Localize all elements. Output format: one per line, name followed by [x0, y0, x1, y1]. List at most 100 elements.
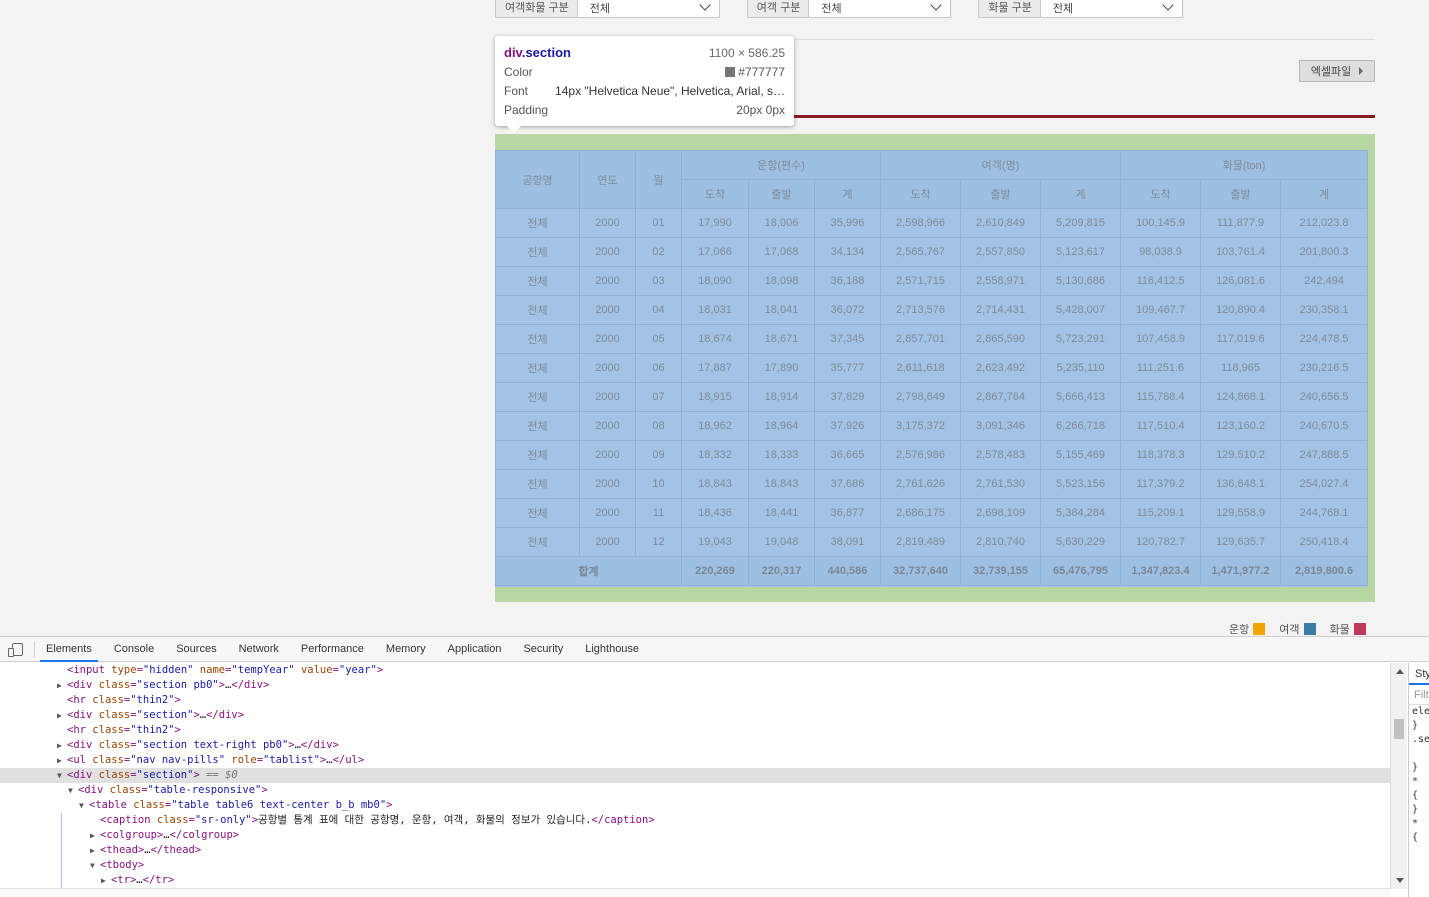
dom-node-line[interactable]: ▶ <ul class="nav nav-pills" role="tablist…	[0, 753, 1390, 768]
totals-cell: 2,819,800.6	[1280, 556, 1369, 586]
expand-toggle-icon[interactable]: ▼	[57, 768, 67, 783]
table-cell: 2,686,175	[880, 498, 962, 528]
table-cell: 18,006	[748, 208, 815, 238]
table-cell: 2,867,764	[960, 382, 1042, 412]
table-cell: 2000	[579, 411, 636, 441]
dom-node-line[interactable]: ▼ <div class="section"> == $0	[0, 768, 1390, 783]
dom-node-line[interactable]: <input type="hidden" name="tempYear" val…	[0, 663, 1390, 678]
tooltip-font-label: Font	[504, 83, 529, 98]
devtools-tab-security[interactable]: Security	[512, 637, 574, 661]
table-cell: 5,235,110	[1040, 353, 1122, 383]
totals-cell: 32,739,155	[960, 556, 1042, 586]
dom-node-line[interactable]: ▶ <thead>…</thead>	[0, 843, 1390, 858]
dom-node-line[interactable]: <hr class="thin2">	[0, 693, 1390, 708]
filter-select[interactable]: 전체	[578, 0, 719, 17]
table-cell: 11	[635, 498, 682, 528]
table-cell: 전체	[495, 295, 580, 325]
devtools-tab-lighthouse[interactable]: Lighthouse	[574, 637, 650, 661]
dom-node-line[interactable]: ▼ <div class="table-responsive">	[0, 783, 1390, 798]
table-cell: 115,788.4	[1120, 382, 1202, 412]
elements-scrollbar[interactable]	[1390, 663, 1407, 889]
styles-pane: Sty Filt ele} .se} * {} * {	[1408, 663, 1429, 897]
dom-node-line[interactable]: ▶ <div class="section">…</div>	[0, 708, 1390, 723]
expand-toggle-icon[interactable]: ▼	[79, 798, 89, 813]
scrollbar-thumb[interactable]	[1394, 719, 1404, 739]
expand-toggle-icon[interactable]: ▶	[57, 678, 67, 693]
table-cell: 5,384,284	[1040, 498, 1122, 528]
table-cell: 224,478.5	[1280, 324, 1369, 354]
expand-toggle-icon[interactable]: ▶	[57, 753, 67, 768]
table-cell: 전체	[495, 266, 580, 296]
devtools-tab-memory[interactable]: Memory	[375, 637, 437, 661]
devtools-tab-application[interactable]: Application	[437, 637, 513, 661]
table-cell: 250,418.4	[1280, 527, 1369, 557]
table-row: 전체 2000 08 18,962 18,964 37,926 3,175,372 3,091…	[495, 411, 1369, 441]
filter-select[interactable]: 전체	[1041, 0, 1182, 17]
table-cell: 전체	[495, 382, 580, 412]
legend-swatch	[1253, 623, 1266, 635]
devtools-tab-elements[interactable]: Elements	[35, 637, 103, 662]
table-cell: 36,072	[813, 295, 882, 325]
devtools-tab-console[interactable]: Console	[103, 637, 165, 661]
table-cell: 2000	[579, 295, 636, 325]
tooltip-color-label: Color	[504, 64, 533, 79]
tooltip-size: 1100 × 586.25	[708, 45, 785, 60]
devtools-tab-network[interactable]: Network	[228, 637, 290, 661]
dom-node-line[interactable]: ▶ <colgroup>…</colgroup>	[0, 828, 1390, 843]
expand-toggle-icon[interactable]: ▶	[57, 738, 67, 753]
table-cell: 98,038.9	[1120, 237, 1202, 267]
chart-legend: 운항 여객 화물	[1229, 621, 1366, 637]
table-cell: 5,666,413	[1040, 382, 1122, 412]
table-cell: 123,160.2	[1200, 411, 1282, 441]
table-cell: 2000	[579, 237, 636, 267]
dom-node-line[interactable]: <caption class="sr-only">공항별 통계 표에 대한 공항…	[0, 813, 1390, 828]
table-row: 전체 2000 12 19,043 19,048 38,091 2,819,489 2,810…	[495, 527, 1369, 557]
filter-1: 여객 구분 전체	[746, 0, 952, 18]
inspect-tooltip: div.section 1100 × 586.25 Color #777777 …	[495, 36, 794, 133]
table-cell: 124,868.1	[1200, 382, 1282, 412]
table-cell: 18,674	[681, 324, 749, 354]
dom-node-line[interactable]: ▼ <tbody>	[0, 858, 1390, 873]
table-cell: 2,598,966	[880, 208, 962, 238]
table-cell: 247,888.5	[1280, 440, 1369, 470]
dom-node-line[interactable]: ▶ <div class="section text-right pb0">…</…	[0, 738, 1390, 753]
filter-select-value: 전체	[589, 3, 611, 15]
legend-swatch	[1303, 623, 1316, 635]
table-row: 전체 2000 09 18,332 18,333 36,665 2,576,986 2,578…	[495, 440, 1369, 470]
expand-toggle-icon[interactable]: ▶	[101, 873, 111, 888]
expand-toggle-icon[interactable]: ▼	[90, 858, 100, 873]
devtools-tab-sources[interactable]: Sources	[165, 637, 227, 661]
table-cell: 254,027.4	[1280, 469, 1369, 499]
expand-toggle-icon[interactable]: ▶	[90, 828, 100, 843]
table-cell: 18,090	[681, 266, 749, 296]
expand-toggle-icon[interactable]: ▼	[68, 783, 78, 798]
devtools-tab-performance[interactable]: Performance	[290, 637, 375, 661]
breadcrumb-bar	[0, 888, 1390, 897]
table-cell: 115,209.1	[1120, 498, 1202, 528]
filter-2: 화물 구분 전체	[978, 0, 1183, 18]
totals-cell: 440,586	[813, 556, 882, 586]
table-cell: 10	[635, 469, 682, 499]
dom-node-line[interactable]: ▼ <table class="table table6 text-center …	[0, 798, 1390, 813]
styles-filter-input[interactable]: Filt	[1409, 685, 1429, 705]
device-toolbar-icon[interactable]	[0, 641, 35, 657]
expand-toggle-icon[interactable]: ▶	[57, 708, 67, 723]
dom-node-line[interactable]: <hr class="thin2">	[0, 723, 1390, 738]
table-cell: 117,019.6	[1200, 324, 1282, 354]
filter-select[interactable]: 전체	[809, 0, 950, 17]
scroll-down-icon[interactable]	[1396, 878, 1404, 883]
table-cell: 18,915	[681, 382, 749, 412]
totals-label: 합계	[495, 556, 682, 586]
scroll-up-icon[interactable]	[1396, 669, 1404, 674]
excel-download-button[interactable]: 엑셀파일	[1299, 60, 1375, 82]
styles-tab[interactable]: Sty	[1409, 663, 1429, 685]
table-cell: 37,926	[813, 411, 882, 441]
table-cell: 18,441	[748, 498, 815, 528]
table-cell: 6,266,718	[1040, 411, 1122, 441]
expand-toggle-icon[interactable]: ▶	[90, 843, 100, 858]
table-cell: 111,877.9	[1200, 208, 1282, 238]
dom-node-line[interactable]: ▶ <div class="section pb0">…</div>	[0, 678, 1390, 693]
table-cell: 18,964	[748, 411, 815, 441]
dom-node-line[interactable]: ▶ <tr>…</tr>	[0, 873, 1390, 888]
header-cargo-arrive: 도착	[1120, 179, 1202, 209]
